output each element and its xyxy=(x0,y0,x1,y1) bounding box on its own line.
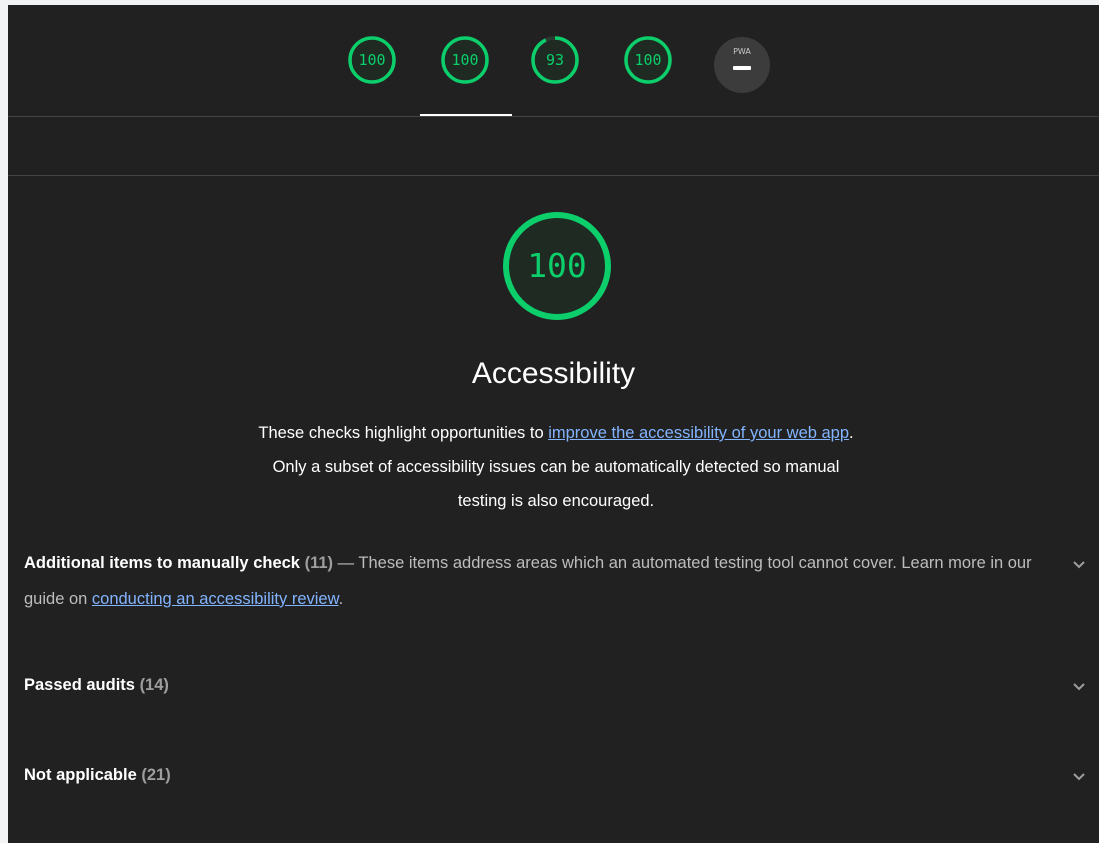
group-description-end: . xyxy=(338,590,344,608)
gauge-score: 100 xyxy=(634,51,662,69)
gauge-score: 93 xyxy=(545,51,565,69)
group-title: Passed audits xyxy=(24,676,135,694)
group-passed-audits[interactable]: Passed audits (14) xyxy=(24,667,1064,703)
category-gauge: 100 xyxy=(500,209,614,323)
gauge-score: 100 xyxy=(358,51,386,69)
accessibility-review-link[interactable]: conducting an accessibility review xyxy=(92,590,339,608)
gauge-pwa[interactable]: PWA xyxy=(714,37,770,93)
pwa-label: PWA xyxy=(733,47,751,56)
group-count: (21) xyxy=(141,766,171,784)
description-text: These checks highlight opportunities to xyxy=(258,424,549,442)
category-score: 100 xyxy=(527,246,587,285)
category-description: These checks highlight opportunities to … xyxy=(256,416,856,518)
chevron-down-icon[interactable] xyxy=(1071,768,1087,784)
chevron-down-icon[interactable] xyxy=(1071,678,1087,694)
gauge-performance[interactable]: 100 xyxy=(347,35,397,85)
divider xyxy=(8,175,1099,176)
category-title: Accessibility xyxy=(471,357,636,390)
accessibility-link[interactable]: improve the accessibility of your web ap… xyxy=(548,424,849,442)
score-gauges-bar: 100 100 93 100 PWA xyxy=(8,5,1099,117)
lighthouse-report: 100 100 93 100 PWA 100 Accessibility The… xyxy=(8,5,1099,843)
group-title: Not applicable xyxy=(24,766,137,784)
gauge-best-practices[interactable]: 93 xyxy=(530,35,580,85)
group-title: Additional items to manually check xyxy=(24,554,300,572)
gauge-score: 100 xyxy=(451,51,479,69)
active-tab-indicator xyxy=(420,114,512,116)
group-manual-checks[interactable]: Additional items to manually check (11) … xyxy=(24,545,1064,617)
chevron-down-icon[interactable] xyxy=(1071,556,1087,572)
pwa-dash-icon xyxy=(733,66,751,70)
gauge-accessibility[interactable]: 100 xyxy=(440,35,490,85)
group-count: (11) xyxy=(304,554,334,572)
group-count: (14) xyxy=(139,676,169,694)
group-not-applicable[interactable]: Not applicable (21) xyxy=(24,757,1064,793)
gauge-seo[interactable]: 100 xyxy=(623,35,673,85)
